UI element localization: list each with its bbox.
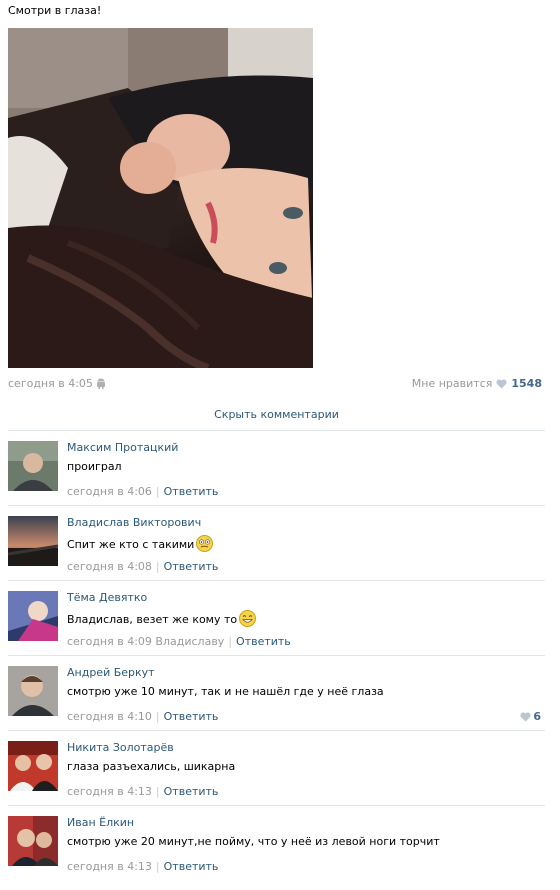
post-date[interactable]: сегодня в 4:05 xyxy=(8,377,93,390)
comment-text: Спит же кто с такими xyxy=(67,538,195,551)
divider xyxy=(8,505,545,506)
comment: Иван Ёлкин смотрю уже 20 минут,не пойму,… xyxy=(8,816,545,890)
separator: | xyxy=(155,560,160,573)
divider xyxy=(8,805,545,806)
post-photo[interactable] xyxy=(8,28,313,368)
comment-text: смотрю уже 20 минут,не пойму, что у неё … xyxy=(67,835,440,848)
comment-date[interactable]: сегодня в 4:13 xyxy=(67,785,152,798)
comment: Никита Золотарёв глаза разъехались, шика… xyxy=(8,741,545,815)
smiley-icon xyxy=(196,535,214,555)
avatar[interactable] xyxy=(8,516,58,566)
comment-meta: сегодня в 4:13 | Ответить xyxy=(67,785,218,798)
comment-meta: сегодня в 4:10 | Ответить xyxy=(67,710,218,723)
comment-meta: сегодня в 4:06 | Ответить xyxy=(67,485,218,498)
comment: Владислав Викторович Спит же кто с таким… xyxy=(8,516,545,590)
post-meta: сегодня в 4:05 xyxy=(8,377,106,392)
like-label[interactable]: Мне нравится xyxy=(412,377,493,390)
comment-text: смотрю уже 10 минут, так и не нашёл где … xyxy=(67,685,384,698)
comment: Максим Протацкий проиграл сегодня в 4:06… xyxy=(8,441,545,515)
comment-likes[interactable]: 6 xyxy=(516,710,541,725)
android-icon xyxy=(96,378,106,392)
comment-text-row: Владислав, везет же кому то xyxy=(67,610,257,630)
reply-to[interactable]: Владиславу xyxy=(155,635,224,648)
comment-date[interactable]: сегодня в 4:08 xyxy=(67,560,152,573)
like-count[interactable]: 1548 xyxy=(511,377,542,390)
comment-text-row: Спит же кто с такими xyxy=(67,535,214,555)
comment-meta: сегодня в 4:13 | Ответить xyxy=(67,860,218,873)
smiley-icon xyxy=(239,610,257,630)
hide-comments-link[interactable]: Скрыть комментарии xyxy=(8,408,545,421)
reply-link[interactable]: Ответить xyxy=(164,560,219,573)
separator: | xyxy=(228,635,233,648)
comment-author[interactable]: Владислав Викторович xyxy=(67,516,201,529)
heart-icon[interactable] xyxy=(496,379,507,392)
separator: | xyxy=(155,860,160,873)
comment-like-count[interactable]: 6 xyxy=(533,710,541,723)
comment-author[interactable]: Никита Золотарёв xyxy=(67,741,174,754)
comment-text: проиграл xyxy=(67,460,122,473)
separator: | xyxy=(155,785,160,798)
comment-author[interactable]: Тёма Девятко xyxy=(67,591,147,604)
avatar[interactable] xyxy=(8,441,58,491)
divider xyxy=(8,430,545,431)
post-likes[interactable]: Мне нравится 1548 xyxy=(412,377,542,392)
comment-date[interactable]: сегодня в 4:09 xyxy=(67,635,152,648)
comment: Андрей Беркут смотрю уже 10 минут, так и… xyxy=(8,666,545,740)
comment-meta: сегодня в 4:08 | Ответить xyxy=(67,560,218,573)
reply-link[interactable]: Ответить xyxy=(236,635,291,648)
reply-link[interactable]: Ответить xyxy=(164,785,219,798)
photo-image xyxy=(8,28,313,368)
comment-date[interactable]: сегодня в 4:06 xyxy=(67,485,152,498)
comment-date[interactable]: сегодня в 4:13 xyxy=(67,860,152,873)
divider xyxy=(8,655,545,656)
comment-text: глаза разъехались, шикарна xyxy=(67,760,236,773)
avatar[interactable] xyxy=(8,741,58,791)
heart-icon[interactable] xyxy=(520,712,531,725)
comment: Тёма Девятко Владислав, везет же кому то… xyxy=(8,591,545,665)
post-text: Смотри в глаза! xyxy=(8,4,102,17)
comment-text: Владислав, везет же кому то xyxy=(67,613,238,626)
comment-date[interactable]: сегодня в 4:10 xyxy=(67,710,152,723)
avatar[interactable] xyxy=(8,591,58,641)
comment-meta: сегодня в 4:09 Владиславу | Ответить xyxy=(67,635,291,648)
separator: | xyxy=(155,485,160,498)
comment-author[interactable]: Иван Ёлкин xyxy=(67,816,134,829)
reply-link[interactable]: Ответить xyxy=(164,860,219,873)
reply-link[interactable]: Ответить xyxy=(164,710,219,723)
reply-link[interactable]: Ответить xyxy=(164,485,219,498)
divider xyxy=(8,730,545,731)
avatar[interactable] xyxy=(8,816,58,866)
avatar[interactable] xyxy=(8,666,58,716)
divider xyxy=(8,580,545,581)
separator: | xyxy=(155,710,160,723)
comment-author[interactable]: Андрей Беркут xyxy=(67,666,155,679)
comment-author[interactable]: Максим Протацкий xyxy=(67,441,178,454)
